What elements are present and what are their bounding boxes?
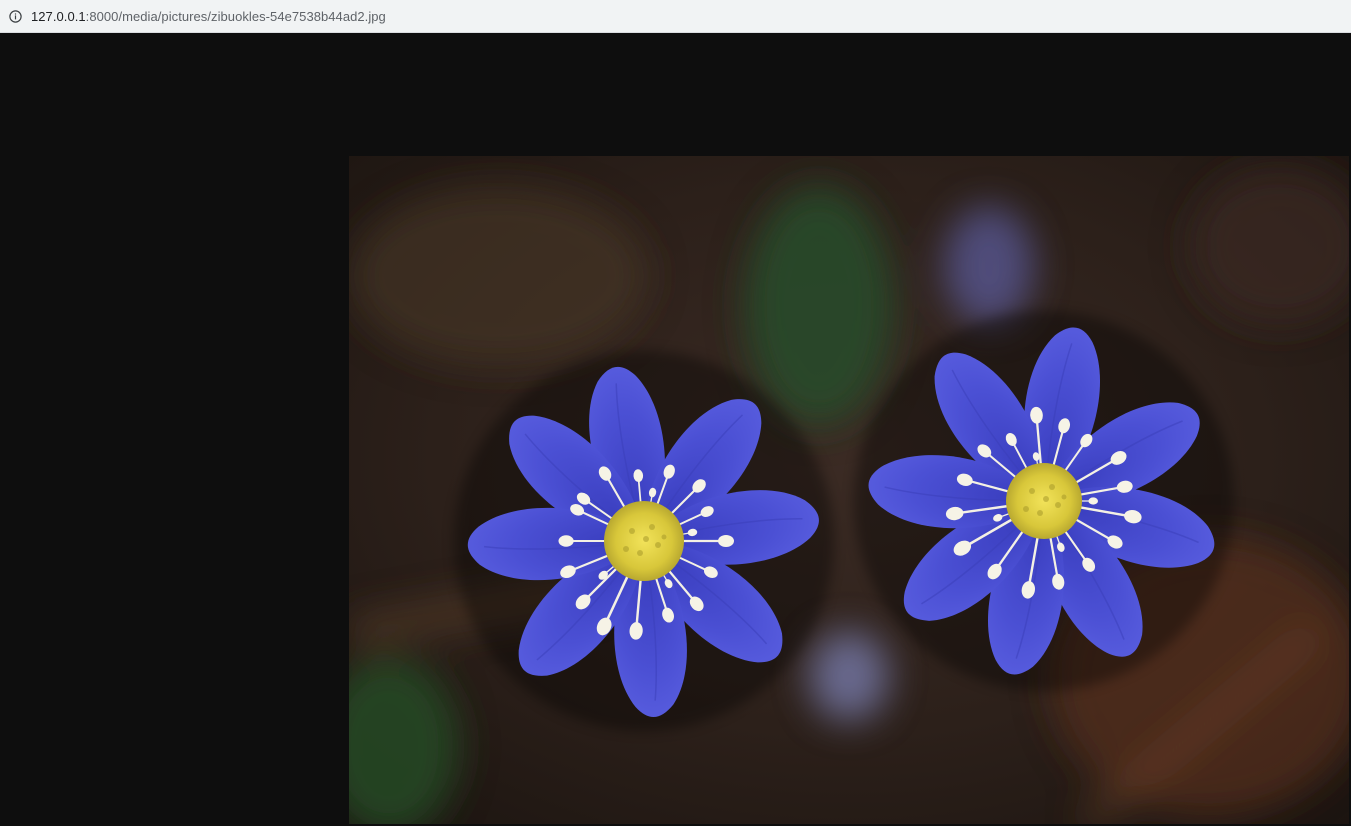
flower-photo[interactable] [349, 156, 1349, 824]
info-icon[interactable] [9, 9, 22, 23]
url-text[interactable]: 127.0.0.1:8000/media/pictures/zibuokles-… [31, 9, 386, 24]
address-bar[interactable]: 127.0.0.1:8000/media/pictures/zibuokles-… [0, 0, 1351, 33]
url-host: 127.0.0.1 [31, 8, 86, 24]
url-path: :8000/media/pictures/zibuokles-54e7538b4… [85, 8, 386, 24]
